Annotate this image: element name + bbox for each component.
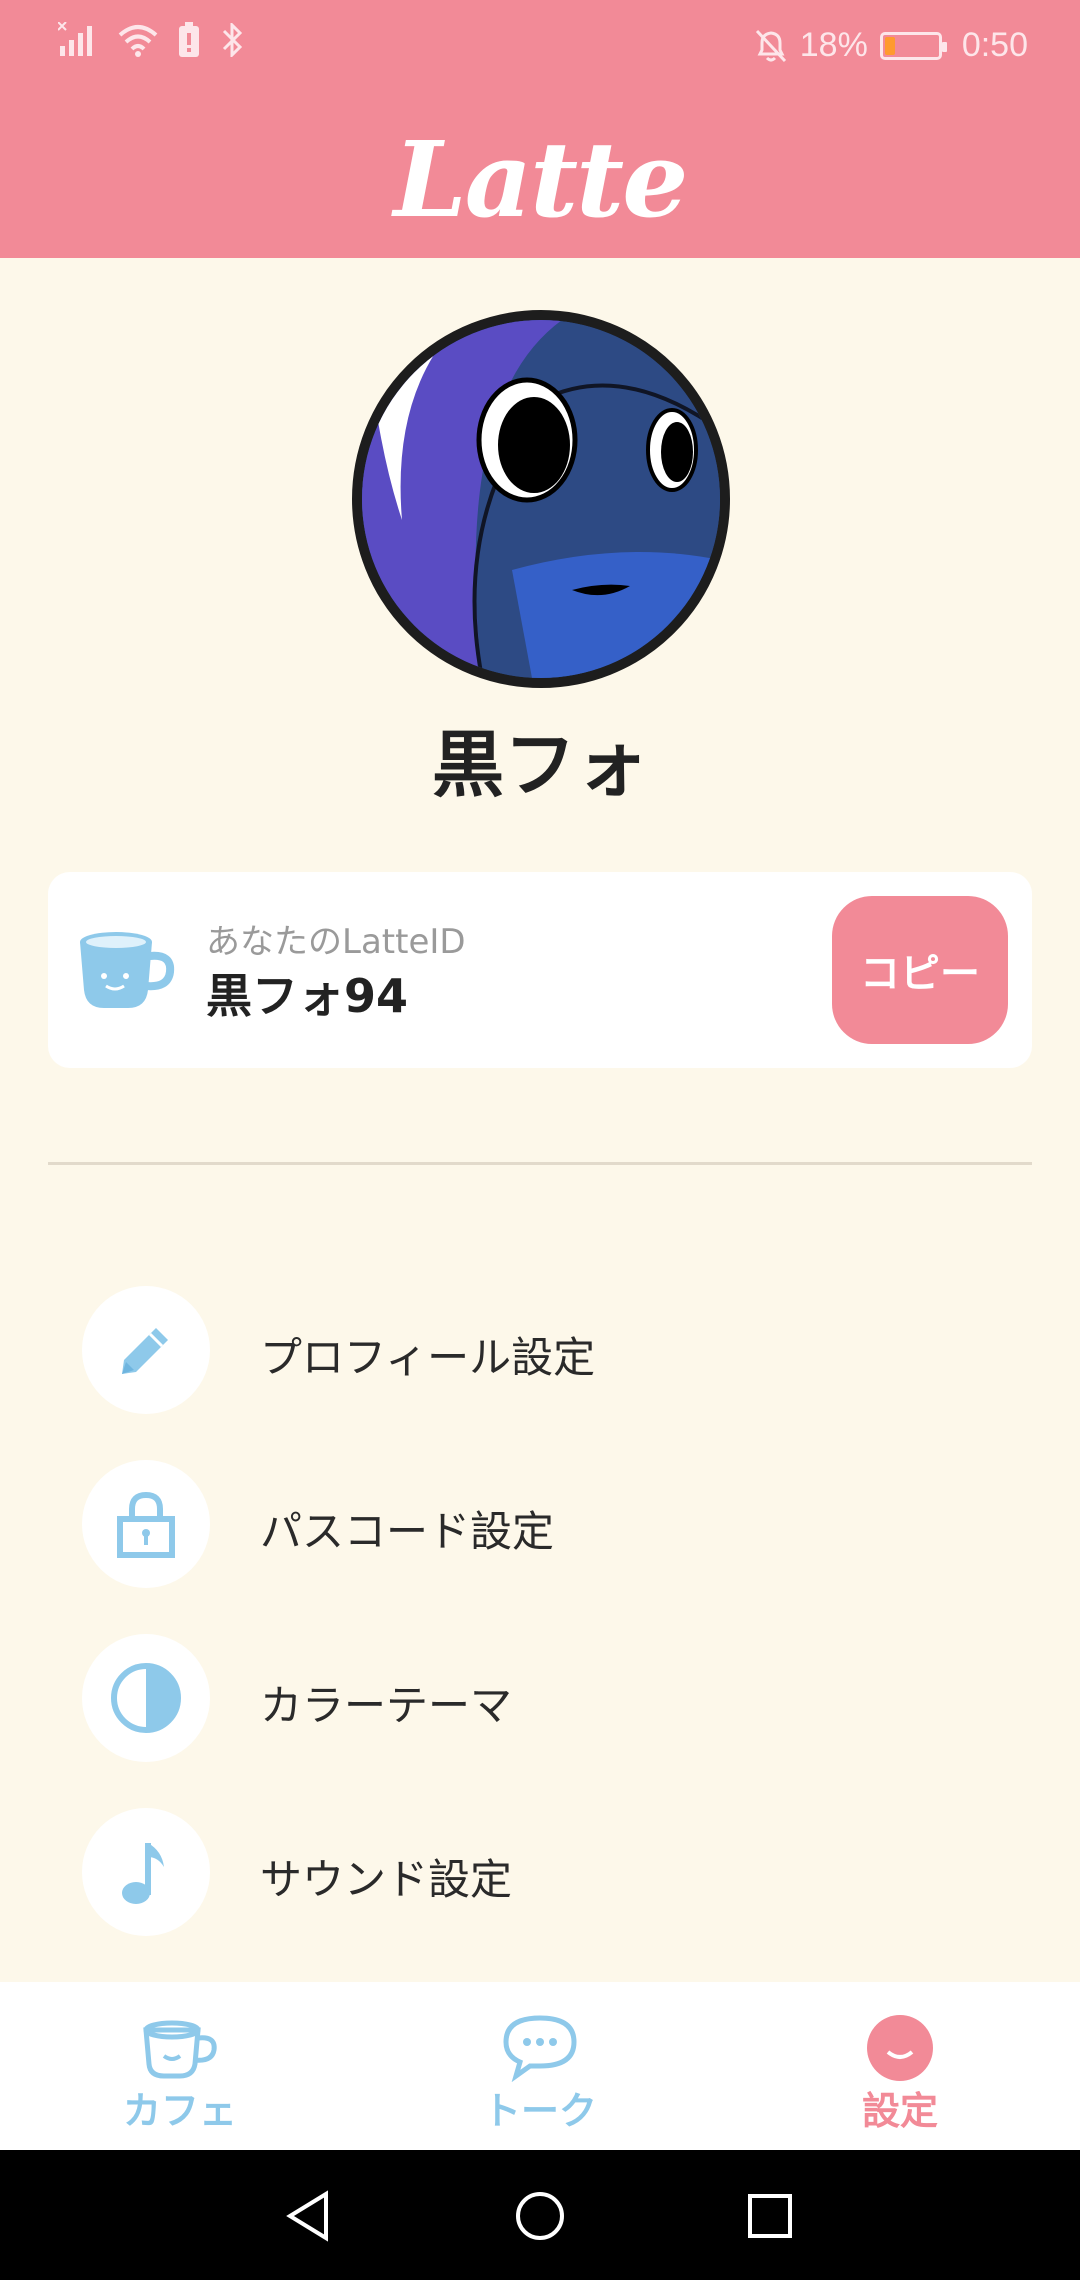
battery-icon: [879, 31, 947, 60]
bottom-nav: カフェ トーク 設定: [0, 1982, 1080, 2150]
cup-icon: [80, 932, 175, 1008]
avatar-illustration: [362, 320, 720, 678]
battery-alert-icon: [179, 22, 199, 57]
menu-item-label: サウンド設定: [260, 1855, 513, 1904]
copy-button[interactable]: コピー: [832, 896, 1008, 1044]
latte-id-card: あなたのLatteID 黒フォ94 コピー: [48, 872, 1032, 1068]
profile-username: 黒フォ: [431, 723, 648, 807]
home-icon[interactable]: [514, 2190, 566, 2242]
cup-icon: [143, 2020, 217, 2079]
menu-item-passcode-settings[interactable]: パスコード設定: [82, 1460, 982, 1590]
pencil-icon: [82, 1286, 210, 1414]
chat-bubble-icon: [503, 2015, 577, 2082]
latte-id-label: あなたのLatteID: [206, 922, 466, 962]
wifi-icon: [118, 25, 158, 57]
nav-label: トーク: [482, 2089, 597, 2133]
profile-avatar[interactable]: [352, 310, 730, 688]
menu-item-label: カラーテーマ: [260, 1681, 513, 1730]
menu-item-label: プロフィール設定: [260, 1333, 596, 1382]
half-circle-icon: [82, 1634, 210, 1762]
menu-item-label: パスコード設定: [260, 1507, 555, 1556]
nav-label: カフェ: [122, 2089, 237, 2133]
menu-item-profile-settings[interactable]: プロフィール設定: [82, 1286, 982, 1416]
status-left-icons: [58, 22, 246, 58]
divider: [48, 1162, 1032, 1165]
music-note-icon: [82, 1808, 210, 1936]
menu-item-sound-settings[interactable]: サウンド設定: [82, 1808, 982, 1938]
bluetooth-off-icon: [222, 23, 243, 57]
notifications-off-icon: [755, 29, 786, 62]
status-bar: 18% 0:50: [0, 0, 1080, 92]
app-header: 18% 0:50 Latte: [0, 0, 1080, 258]
signal-icon: [58, 22, 92, 56]
nav-item-talk[interactable]: トーク: [360, 1982, 720, 2150]
status-right-icons: 18% 0:50: [754, 26, 1028, 65]
recent-apps-icon[interactable]: [746, 2192, 794, 2240]
nav-label: 設定: [861, 2089, 938, 2133]
latte-id-value: 黒フォ94: [206, 969, 409, 1023]
clock: 0:50: [961, 26, 1028, 64]
lock-icon: [82, 1460, 210, 1588]
app-logo: Latte: [393, 118, 689, 241]
nav-item-settings[interactable]: 設定: [720, 1982, 1080, 2150]
smiley-icon: [867, 2015, 933, 2081]
system-nav-bar: [0, 2150, 1080, 2280]
nav-item-cafe[interactable]: カフェ: [0, 1982, 360, 2150]
menu-item-color-theme[interactable]: カラーテーマ: [82, 1634, 982, 1764]
back-icon[interactable]: [282, 2190, 334, 2242]
battery-percent: 18%: [799, 26, 868, 64]
